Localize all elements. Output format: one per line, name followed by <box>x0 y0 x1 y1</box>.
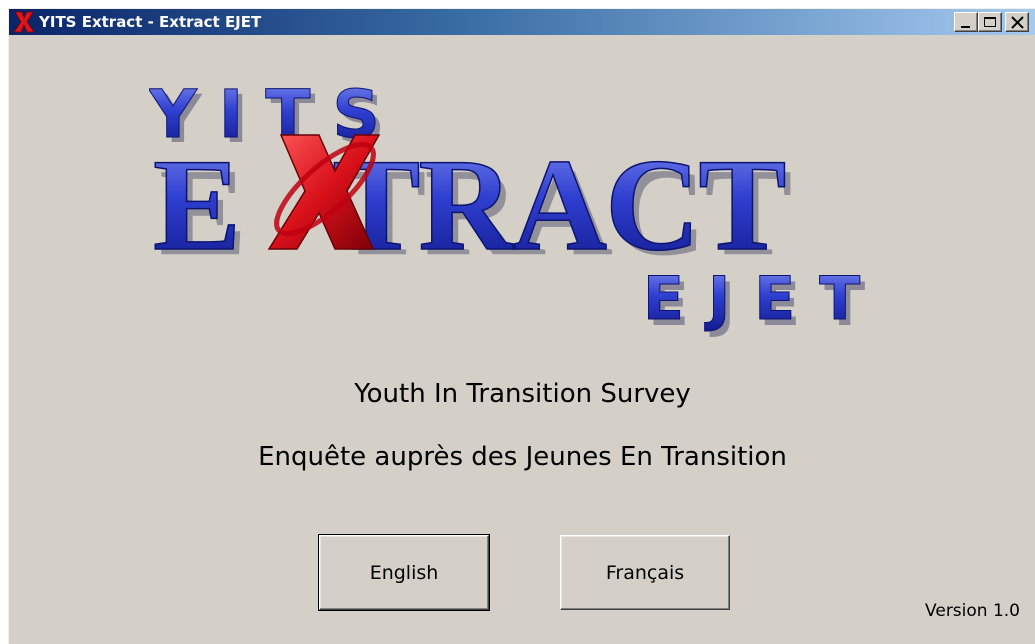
close-button[interactable] <box>1005 12 1029 32</box>
survey-title-english: Youth In Transition Survey <box>354 379 691 409</box>
logo-ejet: EJET <box>643 264 884 334</box>
close-icon <box>1011 16 1024 29</box>
french-button-label: Français <box>605 561 685 584</box>
survey-title-french: Enquête auprès des Jeunes En Transition <box>258 442 787 472</box>
minimize-icon <box>961 26 970 28</box>
yits-extract-logo: YITS YITS EXTRACT EXTRACT EJET EJET <box>149 79 884 339</box>
minimize-button[interactable] <box>954 12 978 32</box>
french-button[interactable]: Français <box>560 535 730 610</box>
english-button-label: English <box>369 561 439 584</box>
x-letter-icon[interactable] <box>13 11 35 33</box>
maximize-icon <box>984 17 996 27</box>
window-title: YITS Extract - Extract EJET <box>39 13 262 31</box>
english-button[interactable]: English <box>318 534 490 611</box>
version-label: Version 1.0 <box>925 601 1020 621</box>
maximize-button[interactable] <box>978 12 1002 32</box>
title-bar[interactable]: YITS Extract - Extract EJET <box>9 9 1035 35</box>
main-window: YITS Extract - Extract EJET YITS YITS E … <box>8 8 1035 644</box>
